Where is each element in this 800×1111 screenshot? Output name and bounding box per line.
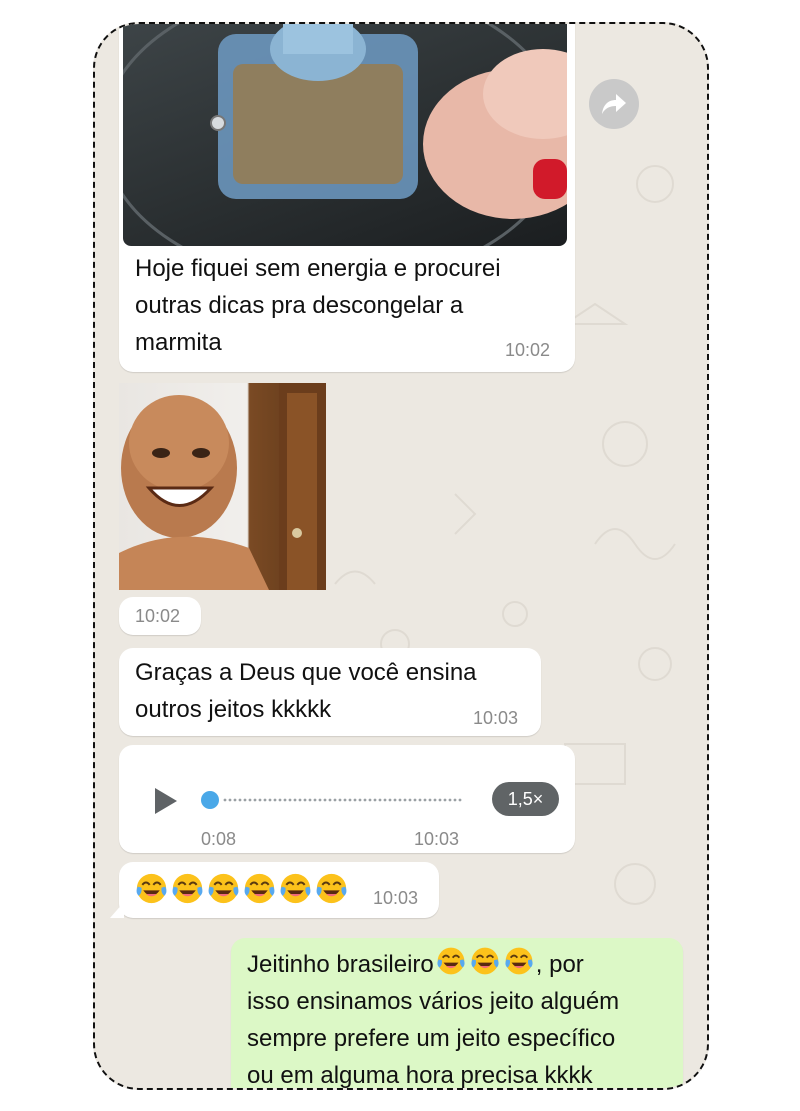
message-timestamp: 10:03 <box>473 708 519 728</box>
outgoing-line-1-end: , por <box>535 951 584 978</box>
tears-of-joy-emoji-group <box>434 947 536 978</box>
forward-button[interactable] <box>589 79 639 129</box>
voice-progress-handle[interactable] <box>201 791 219 809</box>
tears-of-joy-emoji <box>244 873 275 904</box>
voice-progress-track[interactable] <box>199 785 469 815</box>
playback-speed-button[interactable]: 1,5× <box>492 782 559 816</box>
reply-line-1: Graças a Deus que você ensina <box>135 659 477 686</box>
message-timestamp: 10:03 <box>414 829 460 849</box>
play-icon <box>155 788 177 814</box>
outgoing-line-3: sempre prefere um jeito específico <box>247 1025 616 1052</box>
tears-of-joy-emoji <box>471 947 499 975</box>
emoji-row <box>135 872 351 906</box>
video-message[interactable]: Hoje fiquei sem energia e procurei outra… <box>119 24 575 372</box>
chat-screen: Hoje fiquei sem energia e procurei outra… <box>93 22 709 1090</box>
message-timestamp: 10:02 <box>135 606 181 626</box>
tears-of-joy-emoji <box>316 873 347 904</box>
bubble-tail <box>110 902 124 918</box>
forward-icon <box>602 94 626 114</box>
outgoing-line-1: Jeitinho brasileiro , por <box>247 946 619 983</box>
outgoing-line-2: isso ensinamos vários jeito alguém <box>247 988 620 1015</box>
video-caption-line-3: marmita <box>135 329 222 356</box>
voice-message: 1,5× 0:08 10:03 <box>119 745 575 853</box>
video-caption-line-2: outras dicas pra descongelar a <box>135 292 464 319</box>
tears-of-joy-emoji <box>280 873 311 904</box>
tears-of-joy-emoji <box>505 947 533 975</box>
photo-image <box>119 383 326 590</box>
tears-of-joy-emoji <box>208 873 239 904</box>
outgoing-line-1-text: Jeitinho brasileiro <box>247 951 434 978</box>
text-message[interactable]: Graças a Deus que você ensina outros jei… <box>119 648 541 736</box>
message-timestamp: 10:02 <box>505 340 551 360</box>
video-caption-line-1: Hoje fiquei sem energia e procurei <box>135 255 501 282</box>
reply-line-2: outros jeitos kkkkk <box>135 696 332 723</box>
outgoing-message[interactable]: Jeitinho brasileiro , por isso ensinamos … <box>231 938 683 1089</box>
message-timestamp: 10:03 <box>373 888 419 908</box>
tears-of-joy-emoji <box>136 873 167 904</box>
photo-message[interactable] <box>119 383 326 590</box>
photo-timestamp-chip: 10:02 <box>119 597 201 635</box>
outgoing-line-4: ou em alguma hora precisa kkkk <box>247 1062 593 1089</box>
voice-duration: 0:08 <box>201 829 237 849</box>
tears-of-joy-emoji <box>172 873 203 904</box>
video-thumbnail[interactable] <box>123 24 567 246</box>
tears-of-joy-emoji <box>437 947 465 975</box>
play-button[interactable] <box>149 785 181 817</box>
emoji-message[interactable]: 10:03 <box>110 862 439 918</box>
video-frame-image <box>123 24 567 246</box>
